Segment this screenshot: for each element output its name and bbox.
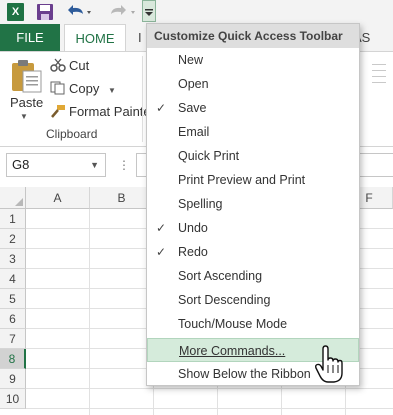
menu-item-label: Email — [178, 125, 210, 139]
menu-item-label: More Commands... — [179, 344, 286, 358]
formula-bar-handle[interactable]: ⋮ — [118, 158, 130, 172]
chevron-down-icon[interactable]: ▼ — [108, 86, 116, 95]
format-painter-button[interactable]: Format Painter — [50, 102, 155, 122]
ribbon-divider — [142, 56, 143, 142]
menu-item-sort-ascending[interactable]: Sort Ascending — [147, 264, 359, 288]
menu-item-label: New — [178, 53, 204, 67]
menu-item-spelling[interactable]: Spelling — [147, 192, 359, 216]
row-header[interactable]: 1 — [0, 209, 26, 229]
customize-qat-button[interactable] — [142, 0, 156, 22]
excel-logo-icon[interactable]: X — [7, 3, 24, 21]
name-box[interactable]: G8 ▼ — [6, 153, 106, 177]
menu-item-sort-descending[interactable]: Sort Descending — [147, 288, 359, 312]
menu-item-label: Spelling — [178, 197, 223, 211]
tab-insert[interactable]: I — [138, 30, 142, 45]
chevron-down-icon[interactable]: ▼ — [90, 154, 99, 176]
row-header[interactable]: 3 — [0, 249, 26, 269]
paste-button[interactable]: Paste — [10, 95, 43, 110]
menu-item-label: Touch/Mouse Mode — [178, 317, 288, 331]
hand-cursor-icon — [315, 345, 343, 383]
menu-item-touch-mouse-mode[interactable]: Touch/Mouse Mode — [147, 312, 359, 336]
menu-item-label: Sort Ascending — [178, 269, 263, 283]
select-all-button[interactable] — [0, 187, 26, 209]
menu-item-new[interactable]: New — [147, 48, 359, 72]
quick-access-toolbar: X — [0, 0, 393, 24]
copy-label: Copy — [69, 81, 100, 96]
format-painter-icon — [51, 105, 65, 118]
menu-item-label: Quick Print — [178, 149, 240, 163]
menu-item-undo[interactable]: ✓ Undo — [147, 216, 359, 240]
column-header[interactable]: B — [90, 187, 154, 209]
row-header[interactable]: 4 — [0, 269, 26, 289]
menu-item-label: Redo — [178, 245, 208, 259]
customize-dropdown-icon — [145, 9, 153, 16]
name-box-value: G8 — [12, 157, 30, 172]
menu-item-save[interactable]: ✓ Save — [147, 96, 359, 120]
tab-home[interactable]: HOME — [64, 24, 126, 51]
menu-item-label: Sort Descending — [178, 293, 271, 307]
menu-item-quick-print[interactable]: Quick Print — [147, 144, 359, 168]
cut-button[interactable]: Cut — [50, 56, 89, 76]
clipboard-group-label: Clipboard — [46, 127, 98, 141]
row-header[interactable]: 6 — [0, 309, 26, 329]
menu-item-label: Save — [178, 101, 207, 115]
customize-qat-menu: Customize Quick Access Toolbar New Open … — [146, 23, 360, 386]
row-header[interactable]: 10 — [0, 389, 26, 409]
copy-icon — [50, 81, 65, 95]
row-header[interactable]: 9 — [0, 369, 26, 389]
row-header-selected[interactable]: 8 — [0, 349, 26, 369]
redo-icon[interactable] — [108, 3, 138, 21]
menu-item-label: Open — [178, 77, 209, 91]
paste-icon[interactable] — [8, 58, 44, 94]
menu-item-label: Undo — [178, 221, 208, 235]
copy-button[interactable]: Copy ▼ — [50, 79, 116, 99]
save-icon[interactable] — [36, 3, 54, 21]
row-header[interactable]: 7 — [0, 329, 26, 349]
menu-item-label: Show Below the Ribbon — [178, 367, 311, 381]
check-icon: ✓ — [156, 221, 167, 235]
row-header[interactable]: 5 — [0, 289, 26, 309]
column-header[interactable]: A — [26, 187, 90, 209]
check-icon: ✓ — [156, 101, 167, 115]
cut-label: Cut — [69, 58, 90, 73]
menu-title: Customize Quick Access Toolbar — [147, 24, 359, 48]
menu-item-redo[interactable]: ✓ Redo — [147, 240, 359, 264]
check-icon: ✓ — [156, 245, 167, 259]
undo-icon[interactable] — [64, 3, 94, 21]
menu-item-email[interactable]: Email — [147, 120, 359, 144]
chevron-down-icon[interactable]: ▼ — [20, 112, 28, 121]
menu-item-open[interactable]: Open — [147, 72, 359, 96]
scissors-icon — [50, 58, 66, 72]
tab-file[interactable]: FILE — [0, 24, 60, 51]
align-lines-icon[interactable] — [372, 64, 386, 88]
menu-item-label: Print Preview and Print — [178, 173, 306, 187]
menu-item-print-preview[interactable]: Print Preview and Print — [147, 168, 359, 192]
row-header[interactable]: 2 — [0, 229, 26, 249]
